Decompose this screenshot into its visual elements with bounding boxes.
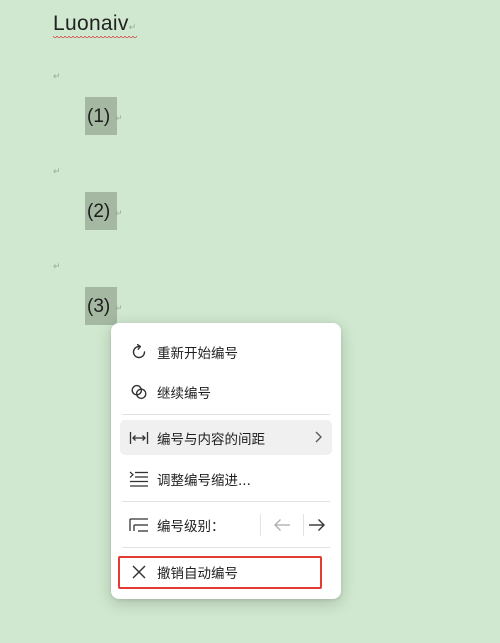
paragraph-mark: ↵ [53, 167, 61, 177]
numbered-item[interactable]: (1) ↵ [85, 97, 123, 135]
increase-level-button[interactable] [306, 514, 328, 536]
undo-auto-numbering-item[interactable]: 撤销自动编号 [120, 554, 332, 589]
paragraph-mark: ↵ [115, 209, 123, 219]
chevron-right-icon [313, 430, 323, 444]
numbered-item[interactable]: (3) ↵ [85, 287, 123, 325]
adjust-indent-item[interactable]: 调整编号缩进... [120, 461, 332, 496]
menu-item-label: 编号与内容的间距 [157, 431, 265, 448]
paragraph-mark: ↵ [128, 23, 137, 33]
menu-item-label: 撤销自动编号 [157, 565, 238, 582]
paragraph-mark: ↵ [53, 262, 61, 272]
menu-item-label: 编号级别： [157, 518, 225, 535]
continue-numbering-item[interactable]: 继续编号 [120, 374, 332, 409]
menu-item-label: 继续编号 [157, 385, 211, 402]
spacing-icon [129, 428, 149, 448]
list-number[interactable]: (2) [87, 201, 110, 223]
numbered-item[interactable]: (2) ↵ [85, 192, 123, 230]
level-divider [303, 514, 304, 536]
decrease-level-button[interactable] [271, 514, 293, 536]
paragraph-mark: ↵ [115, 114, 123, 124]
document-title[interactable]: Luonaiv↵ [53, 12, 137, 39]
arrow-left-icon [274, 519, 290, 531]
number-spacing-item[interactable]: 编号与内容的间距 [120, 420, 332, 455]
menu-divider [122, 414, 330, 415]
link-icon [129, 382, 149, 402]
restart-numbering-item[interactable]: 重新开始编号 [120, 334, 332, 369]
paragraph-mark: ↵ [115, 304, 123, 314]
indent-icon [129, 469, 149, 489]
menu-item-label: 重新开始编号 [157, 345, 238, 362]
menu-item-label: 调整编号缩进... [157, 472, 251, 489]
spellcheck-underline [53, 36, 137, 39]
restart-icon [129, 342, 149, 362]
document-title-text: Luonaiv [53, 12, 129, 35]
menu-divider [122, 547, 330, 548]
numbering-context-menu: 重新开始编号 继续编号 编号与内容的间距 调整编号缩进... 编号级别： 撤销自… [111, 323, 341, 599]
close-icon [129, 562, 149, 582]
numbering-level-item: 编号级别： [120, 507, 332, 542]
list-number[interactable]: (3) [87, 296, 110, 318]
list-number[interactable]: (1) [87, 106, 110, 128]
arrow-right-icon [309, 519, 325, 531]
paragraph-mark: ↵ [53, 72, 61, 82]
menu-divider [122, 501, 330, 502]
level-icon [129, 515, 149, 535]
level-divider [260, 514, 261, 536]
